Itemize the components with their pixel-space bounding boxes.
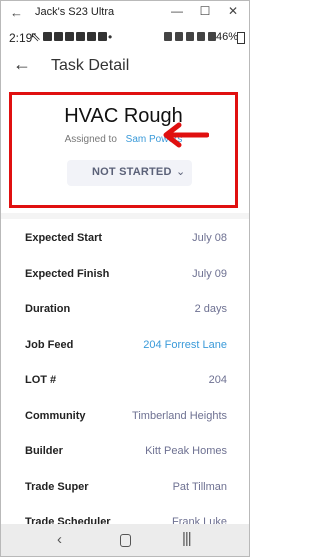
maximize-icon[interactable]: ☐ — [197, 4, 213, 18]
notification-icon — [98, 32, 107, 41]
status-value: NOT STARTED — [92, 166, 172, 178]
page-title: Task Detail — [51, 57, 130, 74]
device-frame: ← Jack's S23 Ultra — ☐ ✕ 2:19 ⇖ • 46% ← … — [0, 0, 250, 557]
window-title-bar: ← Jack's S23 Ultra — ☐ ✕ — [1, 1, 249, 25]
alarm-icon — [164, 32, 172, 41]
detail-label: LOT # — [25, 374, 57, 386]
detail-label: Duration — [25, 303, 71, 315]
annotation-arrow-icon — [163, 122, 209, 148]
detail-value: 2 days — [194, 303, 227, 315]
notification-icons — [43, 32, 107, 41]
status-time: 2:19 — [9, 31, 33, 45]
battery-icon — [237, 32, 245, 44]
detail-label: Expected Finish — [25, 267, 110, 280]
detail-row-duration: Duration 2 days — [1, 294, 249, 330]
detail-row-trade-super: Trade Super Pat Tillman — [1, 472, 249, 508]
android-nav-bar: ‹ ||| — [1, 524, 249, 556]
back-arrow-icon[interactable]: ← — [13, 54, 31, 75]
nav-back-icon[interactable]: ‹ — [57, 531, 62, 548]
detail-value: Pat Tillman — [172, 480, 227, 493]
chevron-down-icon: ⌄ — [176, 166, 186, 178]
detail-value: July 08 — [192, 232, 227, 244]
close-icon[interactable]: ✕ — [225, 4, 241, 18]
detail-label: Expected Start — [25, 232, 103, 244]
detail-row-expected-start: Expected Start July 08 — [1, 223, 249, 259]
assigned-to-label: Assigned to — [64, 134, 117, 145]
nav-recents-icon[interactable]: ||| — [182, 530, 192, 547]
detail-value: 204 — [208, 374, 227, 386]
detail-value: July 09 — [192, 267, 227, 280]
detail-value: Timberland Heights — [132, 409, 227, 422]
detail-label: Job Feed — [25, 338, 74, 351]
detail-row-lot: LOT # 204 — [1, 365, 249, 401]
detail-label: Builder — [25, 445, 63, 457]
window-back-icon[interactable]: ← — [10, 5, 23, 20]
notification-icon — [54, 32, 63, 41]
window-title: Jack's S23 Ultra — [35, 6, 115, 18]
detail-value: Kitt Peak Homes — [145, 445, 227, 457]
signal-icon — [208, 32, 216, 41]
status-dropdown[interactable]: NOT STARTED ⌄ — [67, 160, 192, 186]
task-summary-card: HVAC Rough Assigned to Sam Powers NOT ST… — [9, 92, 238, 208]
detail-row-job-feed: Job Feed 204 Forrest Lane — [1, 330, 249, 366]
android-status-bar: 2:19 ⇖ • 46% — [1, 27, 249, 49]
detail-row-community: Community Timberland Heights — [1, 401, 249, 437]
bluetooth-icon — [175, 32, 183, 41]
notification-icon — [43, 32, 52, 41]
minimize-icon[interactable]: — — [169, 4, 185, 18]
notification-icon — [76, 32, 85, 41]
mute-icon — [186, 32, 194, 41]
task-detail-list: Expected Start July 08 Expected Finish J… — [1, 223, 249, 543]
detail-label: Trade Super — [25, 480, 89, 493]
wifi-icon — [197, 32, 205, 41]
more-notifications-icon: • — [108, 30, 113, 44]
notification-icon — [87, 32, 96, 41]
job-feed-link[interactable]: 204 Forrest Lane — [143, 339, 227, 351]
nav-home-icon[interactable] — [120, 534, 131, 547]
detail-label: Community — [25, 409, 86, 422]
section-divider — [1, 213, 249, 219]
detail-row-expected-finish: Expected Finish July 09 — [1, 259, 249, 295]
battery-percent: 46% — [216, 31, 239, 43]
app-bar: ← Task Detail — [1, 53, 249, 83]
notification-icon — [65, 32, 74, 41]
mouse-cursor-icon: ⇖ — [30, 29, 41, 44]
detail-row-builder: Builder Kitt Peak Homes — [1, 436, 249, 472]
system-icons — [164, 32, 216, 41]
